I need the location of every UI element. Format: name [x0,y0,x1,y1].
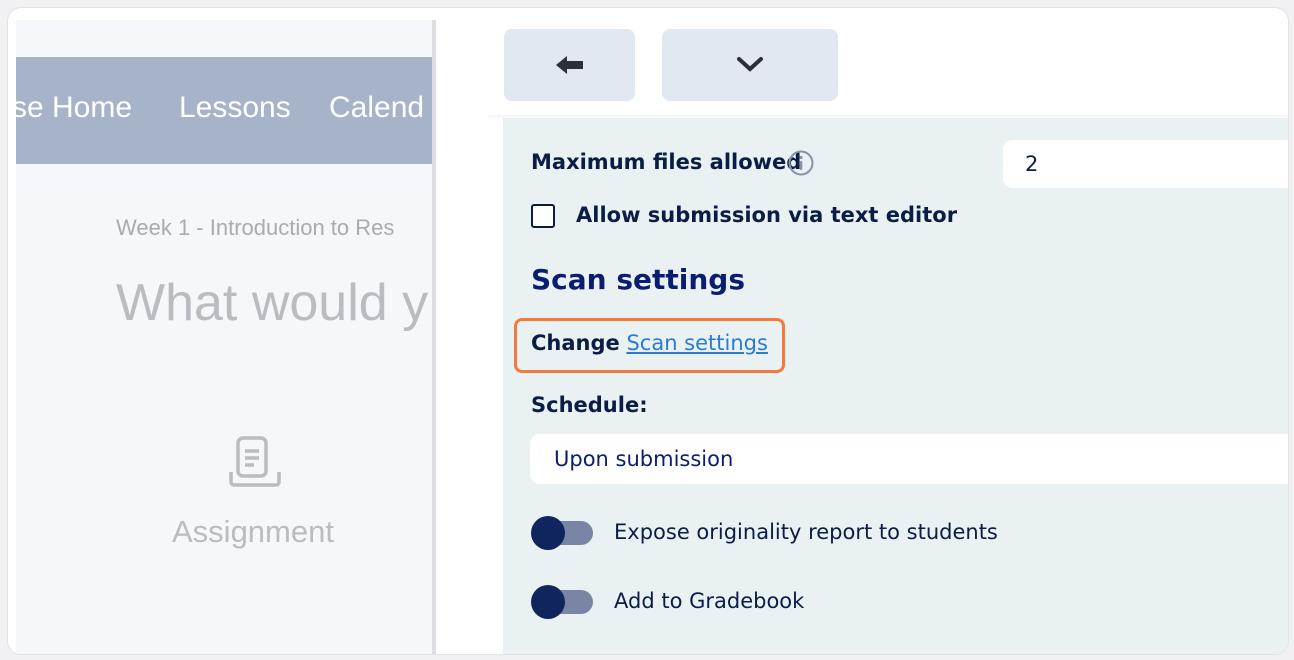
page-title: What would y [116,274,429,332]
originality-report-label: Expose originality report to students [614,520,998,544]
max-files-input[interactable]: 2 [1003,140,1288,188]
toggle-knob [531,585,565,619]
schedule-select[interactable]: Upon submission [530,434,1288,484]
change-scan-settings-row: Change Scan settings [531,331,768,355]
nav-item-calendar[interactable]: Calend [329,91,424,125]
assignment-label[interactable]: Assignment [172,514,334,550]
scan-settings-heading: Scan settings [531,263,746,296]
change-label: Change [531,331,620,355]
toggle-knob [531,516,565,550]
breadcrumb[interactable]: Week 1 - Introduction to Res [116,215,394,241]
info-icon[interactable] [787,149,815,177]
settings-panel: Maximum files allowed 2 Allow submission… [487,20,1288,654]
text-editor-checkbox[interactable] [531,204,555,228]
settings-content: Maximum files allowed 2 Allow submission… [503,118,1288,654]
course-navbar: se Home Lessons Calend [16,57,432,164]
expand-button[interactable] [662,29,838,101]
course-page: se Home Lessons Calend Week 1 - Introduc… [16,20,432,654]
gradebook-label: Add to Gradebook [614,589,805,613]
arrow-left-icon [555,56,583,74]
screenshot-frame: se Home Lessons Calend Week 1 - Introduc… [7,7,1289,655]
chevron-down-icon [737,57,763,72]
panel-toolbar [487,20,1288,115]
document-icon [229,436,281,487]
nav-item-lessons[interactable]: Lessons [179,91,291,125]
max-files-label: Maximum files allowed [531,150,802,174]
originality-report-toggle[interactable] [531,516,593,550]
nav-item-course-home[interactable]: se Home [16,91,132,125]
schedule-label: Schedule: [531,393,648,417]
back-button[interactable] [504,29,635,101]
scan-settings-link[interactable]: Scan settings [626,331,767,355]
gradebook-toggle[interactable] [531,585,593,619]
text-editor-label[interactable]: Allow submission via text editor [576,203,957,227]
panel-divider [432,20,436,654]
